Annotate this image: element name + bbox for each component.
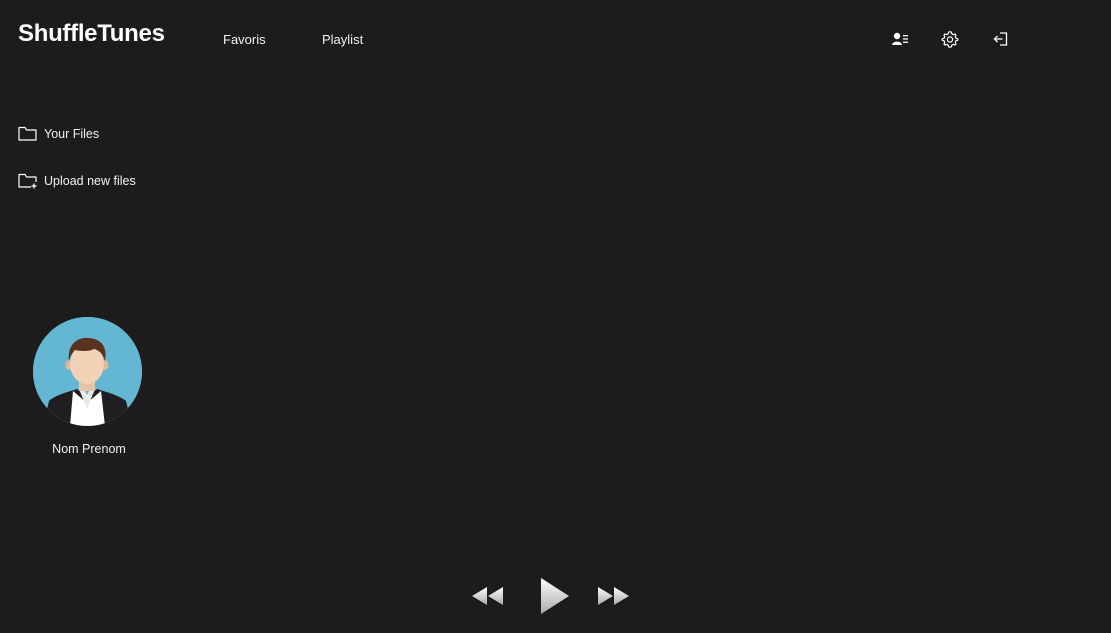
folder-add-icon <box>18 172 37 189</box>
sidebar-item-your-files[interactable]: Your Files <box>18 125 99 142</box>
user-avatar[interactable] <box>33 317 142 426</box>
nav-favoris[interactable]: Favoris <box>223 32 266 47</box>
sidebar-item-label: Upload new files <box>44 173 136 188</box>
gear-icon[interactable] <box>941 30 959 48</box>
profile-list-icon[interactable] <box>891 30 909 48</box>
rewind-icon[interactable] <box>470 585 504 607</box>
sidebar-item-upload-new-files[interactable]: Upload new files <box>18 172 136 189</box>
logout-icon[interactable] <box>992 30 1010 48</box>
folder-icon <box>18 125 37 142</box>
user-name: Nom Prenom <box>52 442 126 456</box>
app-window: ShuffleTunes Favoris Playlist Your Files… <box>0 0 1111 633</box>
nav-playlist[interactable]: Playlist <box>322 32 363 47</box>
sidebar-item-label: Your Files <box>44 126 100 141</box>
app-logo[interactable]: ShuffleTunes <box>18 20 165 48</box>
fast-forward-icon[interactable] <box>597 585 631 607</box>
play-icon[interactable] <box>538 576 572 616</box>
